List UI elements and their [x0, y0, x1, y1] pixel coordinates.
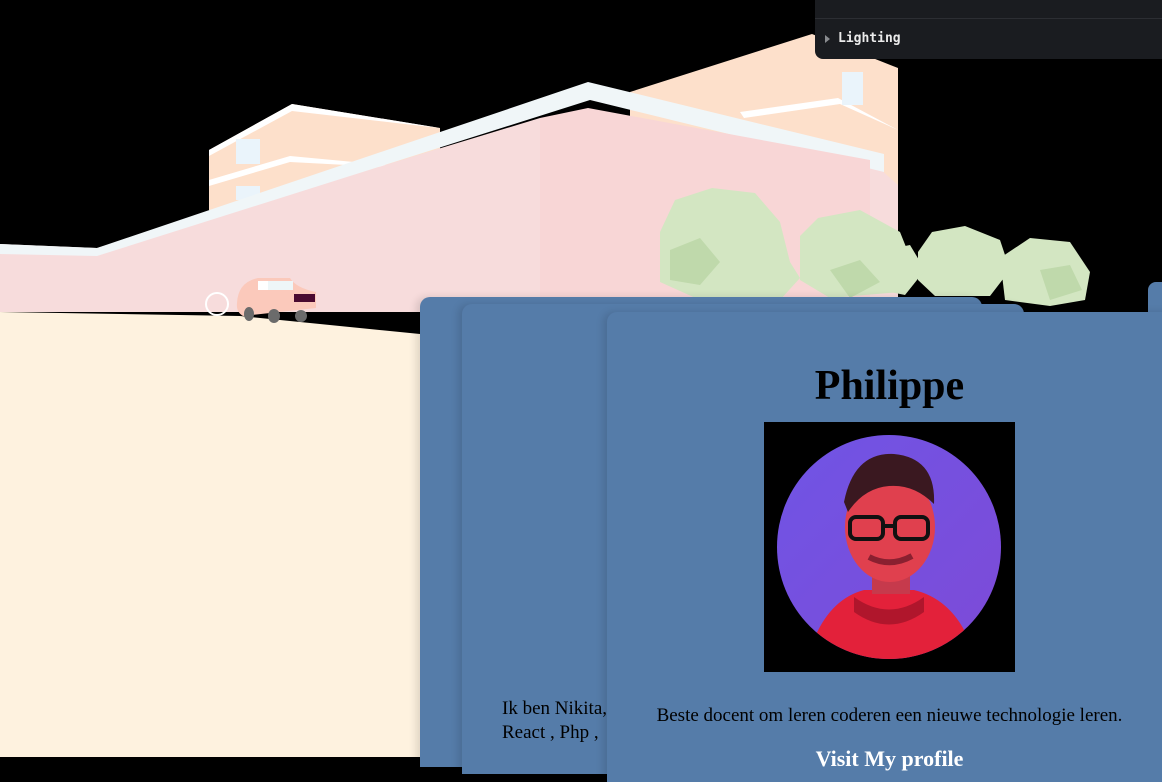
- lighting-folder[interactable]: Lighting: [825, 31, 901, 46]
- debug-gui-panel: Lighting: [815, 0, 1162, 59]
- lighting-folder-label: Lighting: [838, 31, 901, 46]
- gui-divider: [815, 18, 1162, 19]
- card-description: Beste docent om leren coderen een nieuwe…: [656, 705, 1123, 726]
- profile-card-philippe[interactable]: Philippe Beste docent om leren coderen e…: [607, 312, 1162, 782]
- profile-photo: [764, 422, 1015, 672]
- card-name: Philippe: [814, 363, 965, 409]
- ground-plane: [0, 312, 420, 757]
- visit-profile-link[interactable]: Visit My profile: [607, 746, 1162, 772]
- caret-right-icon: [825, 34, 830, 43]
